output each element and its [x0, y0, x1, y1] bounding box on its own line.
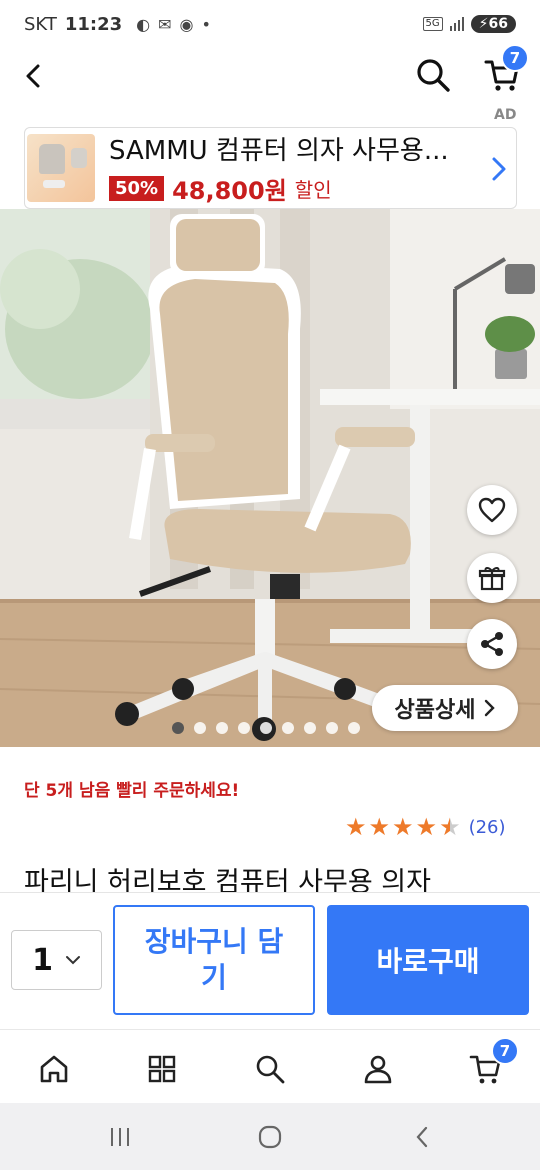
add-to-cart-button[interactable]: 장바구니 담기 [113, 905, 315, 1015]
carousel-dot[interactable] [326, 722, 338, 734]
ad-price-row: 50% 48,800원 할인 [109, 171, 516, 206]
ad-thumbnail [27, 134, 95, 202]
user-icon [364, 1055, 392, 1084]
nav-search[interactable] [247, 1046, 293, 1092]
ad-label: AD [494, 107, 517, 123]
chevron-right-icon [490, 156, 508, 186]
bottom-nav [0, 1029, 540, 1103]
status-bar: SKT 11:23 ◐ ✉ ◉ • 5G ⚡66 [0, 0, 540, 48]
grid-icon [148, 1055, 176, 1083]
search-button[interactable] [410, 52, 456, 98]
chevron-down-icon [65, 956, 80, 965]
notification-icons: ◐ ✉ ◉ • [136, 15, 211, 34]
wishlist-button[interactable] [467, 485, 517, 535]
carousel-indicator [172, 722, 360, 734]
nav-home[interactable] [31, 1046, 77, 1092]
star-icon: ★ [415, 813, 438, 841]
home-system-button[interactable] [250, 1121, 290, 1153]
carousel-dot[interactable] [282, 722, 294, 734]
nav-category[interactable] [139, 1046, 185, 1092]
ad-discount-badge: 50% [109, 176, 165, 201]
share-icon [481, 632, 503, 656]
talk-notification-icon: ◉ [179, 14, 194, 34]
carousel-dot[interactable] [304, 722, 316, 734]
product-photo [0, 209, 540, 747]
gift-button[interactable] [467, 553, 517, 603]
back-button[interactable] [12, 54, 56, 98]
mail-notification-icon: ✉ [158, 14, 172, 34]
ad-price: 48,800원 [172, 177, 287, 205]
star-icon: ★ [392, 813, 414, 841]
gift-icon [478, 567, 506, 591]
product-title: 파리니 허리보호 컴퓨터 사무용 의자 [24, 867, 431, 892]
product-detail-button[interactable]: 상품상세 [372, 685, 518, 731]
carousel-dot[interactable] [216, 722, 228, 734]
carousel-dot[interactable] [260, 722, 272, 734]
app-notification-icon: ◐ [136, 14, 151, 34]
heart-icon [478, 497, 506, 523]
system-back-button[interactable] [402, 1121, 442, 1153]
carousel-dot[interactable] [238, 722, 250, 734]
battery-icon: ⚡66 [470, 15, 516, 33]
home-circle-icon [258, 1125, 282, 1149]
top-app-bar [0, 48, 540, 104]
buy-now-button[interactable]: 바로구매 [327, 905, 529, 1015]
more-notifications-icon: • [201, 14, 211, 34]
purchase-bar: 1 장바구니 담기 바로구매 [0, 892, 540, 1028]
recent-apps-icon [111, 1128, 129, 1146]
rating[interactable]: ★ ★ ★ ★ ★ (26) [345, 815, 506, 839]
carousel-dot[interactable] [172, 722, 184, 734]
ad-banner[interactable]: SAMMU 컴퓨터 의자 사무용... 50% 48,800원 할인 [24, 127, 517, 209]
status-right: 5G ⚡66 [422, 15, 516, 33]
product-detail-label: 상품상세 [394, 698, 476, 723]
signal-icon [449, 17, 464, 31]
ad-title: SAMMU 컴퓨터 의자 사무용... [109, 136, 449, 166]
nav-cart-count-badge: 7 [491, 1037, 519, 1065]
ad-sale-label: 할인 [294, 178, 332, 202]
status-time: 11:23 [64, 13, 123, 35]
recent-apps-button[interactable] [100, 1121, 140, 1153]
star-icon: ★ [345, 813, 367, 841]
nav-my-page[interactable] [355, 1046, 401, 1092]
home-icon [40, 1055, 68, 1083]
search-icon [417, 59, 450, 92]
carrier-label: SKT [24, 13, 57, 35]
chevron-right-icon [485, 699, 496, 717]
review-count[interactable]: (26) [469, 817, 506, 838]
product-image-carousel[interactable]: 상품상세 [0, 209, 540, 747]
network-icon: 5G [422, 17, 443, 31]
battery-level: 66 [488, 16, 508, 32]
status-left: SKT 11:23 ◐ ✉ ◉ • [24, 14, 211, 35]
search-icon [256, 1055, 285, 1084]
star-icon: ★ [368, 813, 391, 841]
carousel-dot[interactable] [348, 722, 360, 734]
half-star-icon: ★ [439, 813, 461, 841]
ad-text: SAMMU 컴퓨터 의자 사무용... 50% 48,800원 할인 [109, 130, 516, 206]
share-button[interactable] [467, 619, 517, 669]
carousel-dot[interactable] [194, 722, 206, 734]
back-chevron-icon [416, 1126, 428, 1148]
cart-count-badge: 7 [501, 44, 529, 72]
back-arrow-icon [26, 64, 40, 88]
quantity-value: 1 [32, 942, 53, 978]
quantity-select[interactable]: 1 [11, 930, 102, 990]
system-nav-bar [0, 1103, 540, 1170]
stock-notice: 단 5개 남음 빨리 주문하세요! [24, 781, 240, 801]
